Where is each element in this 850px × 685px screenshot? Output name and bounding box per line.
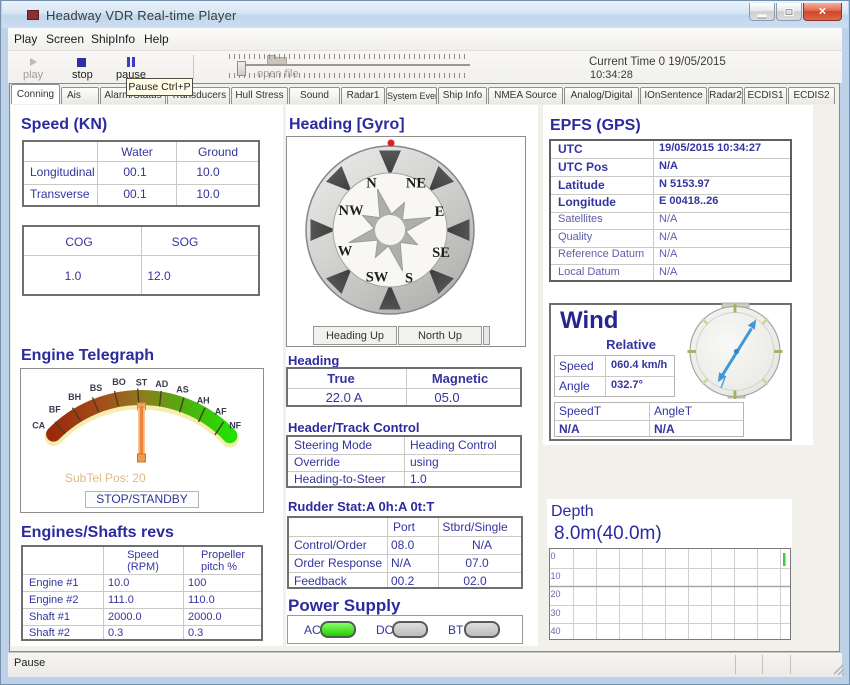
svg-text:AD: AD	[155, 379, 168, 389]
svg-text:NF: NF	[229, 421, 241, 431]
svg-text:BS: BS	[90, 383, 103, 393]
svg-text:CA: CA	[32, 421, 45, 431]
svg-text:AF: AF	[215, 407, 227, 417]
svg-text:30: 30	[551, 608, 561, 618]
svg-text:W: W	[338, 244, 353, 260]
svg-text:0: 0	[551, 551, 556, 561]
svg-text:40: 40	[551, 626, 561, 636]
svg-text:NW: NW	[339, 203, 364, 219]
svg-text:AH: AH	[197, 395, 210, 405]
svg-text:SE: SE	[432, 245, 450, 261]
svg-text:E: E	[435, 204, 445, 220]
svg-text:S: S	[405, 271, 413, 287]
svg-text:BO: BO	[112, 377, 126, 387]
svg-text:N: N	[366, 176, 377, 192]
svg-text:NE: NE	[406, 176, 426, 192]
svg-text:BF: BF	[49, 405, 61, 415]
svg-text:AS: AS	[176, 385, 189, 395]
svg-text:ST: ST	[136, 378, 148, 388]
svg-text:BH: BH	[68, 392, 81, 402]
svg-text:20: 20	[551, 589, 561, 599]
svg-text:10: 10	[551, 571, 561, 581]
svg-text:SW: SW	[366, 269, 389, 285]
